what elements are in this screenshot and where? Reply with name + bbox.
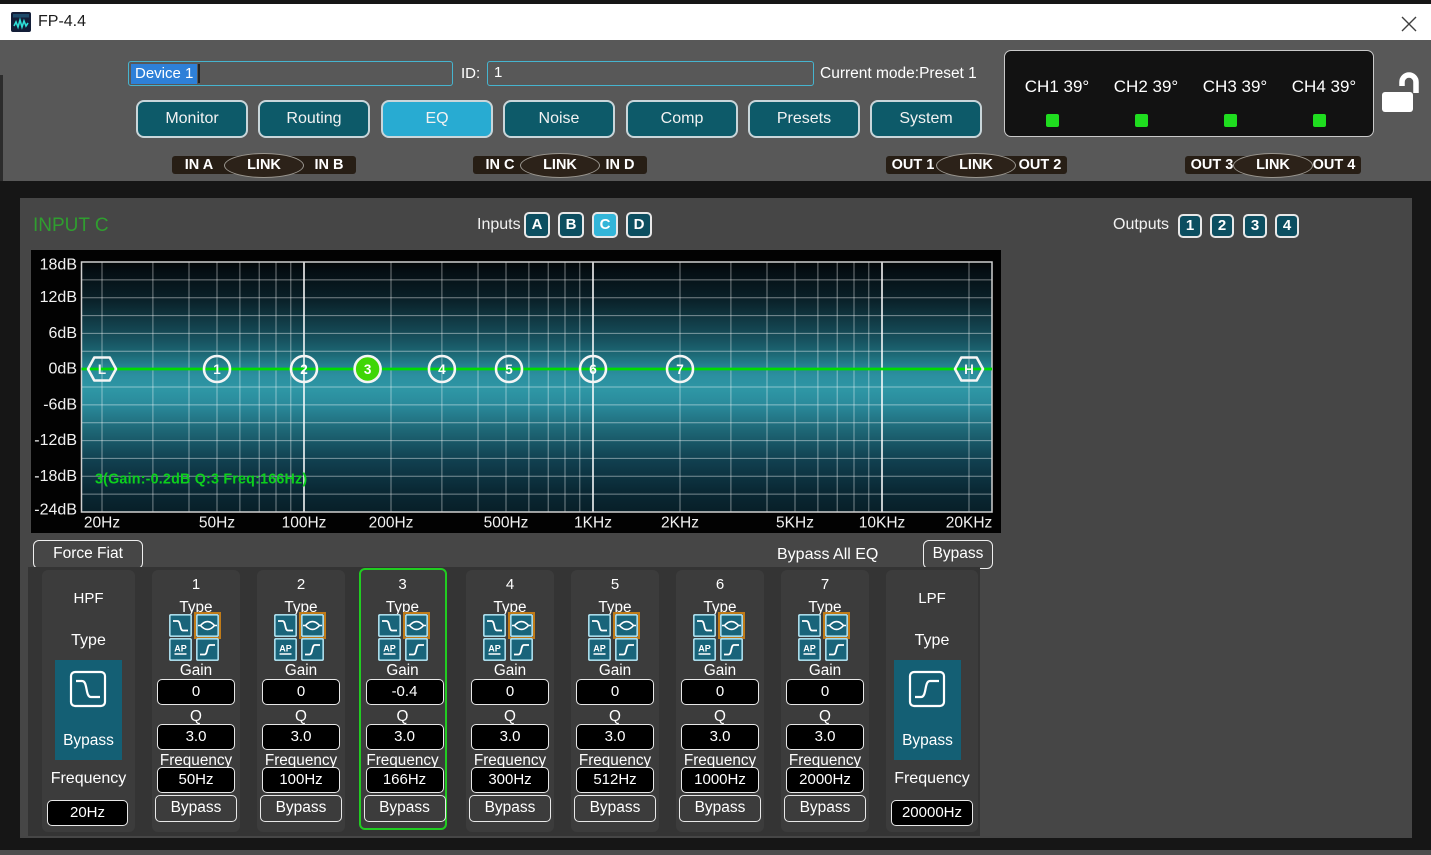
svg-text:7: 7 bbox=[676, 362, 684, 377]
svg-text:L: L bbox=[98, 362, 106, 377]
svg-text:3(Gain:-0.2dB Q:3 Freq:166Hz): 3(Gain:-0.2dB Q:3 Freq:166Hz) bbox=[95, 472, 307, 488]
svg-text:0dB: 0dB bbox=[49, 361, 77, 378]
svg-text:6: 6 bbox=[589, 362, 597, 377]
svg-text:10KHz: 10KHz bbox=[859, 515, 906, 532]
svg-text:1KHz: 1KHz bbox=[574, 515, 612, 532]
svg-text:20Hz: 20Hz bbox=[84, 515, 120, 532]
svg-text:12dB: 12dB bbox=[40, 289, 77, 306]
svg-text:-24dB: -24dB bbox=[34, 502, 77, 519]
svg-text:500Hz: 500Hz bbox=[484, 515, 529, 532]
svg-text:AP: AP bbox=[803, 644, 816, 654]
svg-text:5KHz: 5KHz bbox=[776, 515, 814, 532]
svg-text:6dB: 6dB bbox=[49, 325, 77, 342]
svg-text:AP: AP bbox=[279, 644, 292, 654]
svg-text:1: 1 bbox=[213, 362, 221, 377]
svg-text:-18dB: -18dB bbox=[34, 468, 77, 485]
svg-text:AP: AP bbox=[698, 644, 711, 654]
svg-text:2KHz: 2KHz bbox=[661, 515, 699, 532]
svg-text:2: 2 bbox=[300, 362, 308, 377]
svg-text:5: 5 bbox=[505, 362, 513, 377]
svg-text:H: H bbox=[964, 362, 974, 377]
svg-text:3: 3 bbox=[364, 362, 372, 377]
svg-text:-6dB: -6dB bbox=[43, 396, 77, 413]
svg-text:100Hz: 100Hz bbox=[282, 515, 327, 532]
svg-text:AP: AP bbox=[174, 644, 187, 654]
svg-text:20KHz: 20KHz bbox=[946, 515, 993, 532]
svg-text:AP: AP bbox=[488, 644, 501, 654]
svg-text:AP: AP bbox=[383, 643, 396, 653]
svg-text:18dB: 18dB bbox=[40, 257, 77, 274]
svg-text:AP: AP bbox=[593, 644, 606, 654]
svg-text:4: 4 bbox=[438, 362, 446, 377]
svg-text:-12dB: -12dB bbox=[34, 432, 77, 449]
svg-text:200Hz: 200Hz bbox=[369, 515, 414, 532]
svg-text:50Hz: 50Hz bbox=[199, 515, 235, 532]
